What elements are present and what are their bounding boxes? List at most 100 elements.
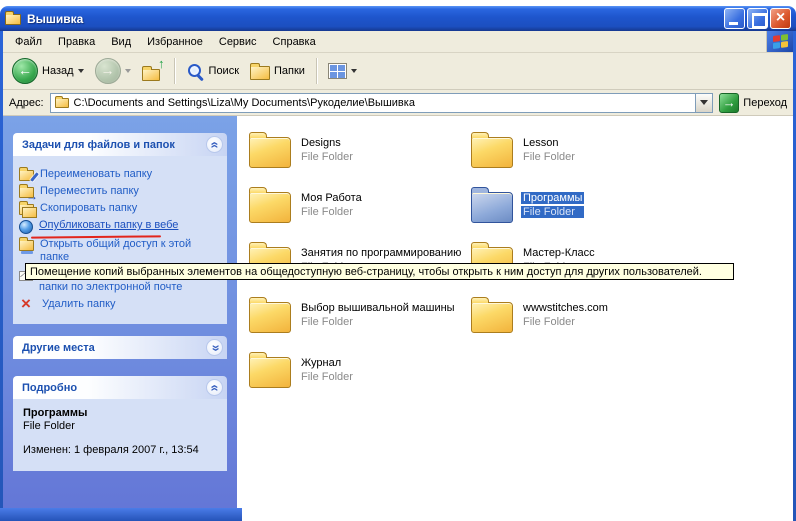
- menu-item[interactable]: Вид: [103, 33, 139, 51]
- minimize-button[interactable]: [724, 8, 745, 29]
- views-grid-icon: [328, 63, 347, 79]
- file-name: Мастер-Класс: [521, 247, 597, 259]
- chevron-up-circle-icon[interactable]: [206, 379, 223, 396]
- folder-icon[interactable]: [471, 192, 513, 223]
- task-link[interactable]: Опубликовать папку в вебе: [19, 219, 223, 234]
- file-item[interactable]: Designs File Folder: [249, 130, 471, 185]
- folder-icon[interactable]: [249, 192, 291, 223]
- close-button[interactable]: [770, 8, 791, 29]
- tooltip: Помещение копий выбранных элементов на о…: [25, 263, 734, 280]
- go-button-label: Переход: [743, 97, 787, 109]
- task-link-label: Удалить папку: [42, 298, 220, 311]
- folders-button-label: Папки: [274, 65, 305, 77]
- other-places-header[interactable]: Другие места: [13, 336, 227, 359]
- details-file-name: Программы: [23, 407, 217, 419]
- file-labels: Выбор вышивальной машины File Folder: [299, 295, 457, 328]
- menu-item[interactable]: Файл: [7, 33, 50, 51]
- toolbar-separator: [174, 58, 175, 84]
- menu-bar: Файл Правка Вид Избранное Сервис Справка: [3, 31, 793, 53]
- menu-item[interactable]: Сервис: [211, 33, 265, 51]
- toolbar: Назад Поиск Папки: [3, 53, 793, 90]
- chevron-up-circle-icon[interactable]: [206, 136, 223, 153]
- chevron-down-circle-icon[interactable]: [206, 339, 223, 356]
- window-bottom-border: [0, 508, 242, 521]
- delete-folder-icon: [19, 298, 36, 312]
- task-link[interactable]: Открыть общий доступ к этой папке: [19, 238, 223, 264]
- forward-button[interactable]: [92, 56, 134, 86]
- folder-icon[interactable]: [249, 357, 291, 388]
- section-details: Подробно Программы File Folder Изменен: …: [13, 376, 227, 471]
- folder-icon[interactable]: [471, 302, 513, 333]
- file-name: Программы: [521, 192, 584, 204]
- file-type: File Folder: [299, 371, 355, 383]
- search-button-label: Поиск: [209, 65, 239, 77]
- folder-icon[interactable]: [249, 302, 291, 333]
- back-arrow-circle-icon: [12, 58, 38, 84]
- file-type: File Folder: [299, 206, 364, 218]
- tasks-section-title: Задачи для файлов и папок: [22, 139, 175, 151]
- file-name: Designs: [299, 137, 355, 149]
- task-link[interactable]: Переместить папку: [19, 185, 223, 198]
- file-type: File Folder: [521, 206, 584, 218]
- file-labels: Designs File Folder: [299, 130, 355, 163]
- task-link[interactable]: Удалить папку: [19, 298, 223, 312]
- explorer-window: Вышивка Файл Правка Вид Избранное Сервис…: [0, 6, 796, 521]
- file-name: Моя Работа: [299, 192, 364, 204]
- up-button[interactable]: [139, 59, 166, 84]
- file-type: File Folder: [521, 316, 610, 328]
- go-arrow-icon: [719, 93, 739, 113]
- copy-folder-icon: [19, 204, 34, 215]
- address-dropdown-button[interactable]: [695, 94, 712, 112]
- window-controls: [724, 8, 791, 29]
- file-item[interactable]: Журнал File Folder: [249, 350, 471, 405]
- window-left-border: [0, 31, 3, 521]
- file-list-area[interactable]: Designs File Folder Lesson File Folder: [237, 116, 793, 521]
- folder-icon[interactable]: [471, 137, 513, 168]
- views-button[interactable]: [325, 61, 360, 81]
- file-name: Занятия по программированию: [299, 247, 463, 259]
- address-input[interactable]: C:\Documents and Settings\Liza\My Docume…: [50, 93, 714, 113]
- file-name: Lesson: [521, 137, 577, 149]
- views-dropdown-icon[interactable]: [351, 69, 357, 73]
- file-item[interactable]: Lesson File Folder: [471, 130, 693, 185]
- folder-window-icon: [5, 14, 21, 25]
- file-item[interactable]: Программы File Folder: [471, 185, 693, 240]
- magnifier-icon: [186, 62, 205, 81]
- task-link-label: Опубликовать папку в вебе: [39, 219, 217, 232]
- file-item[interactable]: Выбор вышивальной машины File Folder: [249, 295, 471, 350]
- go-button[interactable]: Переход: [719, 93, 787, 113]
- maximize-button[interactable]: [747, 8, 768, 29]
- file-labels: Моя Работа File Folder: [299, 185, 364, 218]
- file-name: Журнал: [299, 357, 355, 369]
- file-type: File Folder: [299, 151, 355, 163]
- back-button[interactable]: Назад: [9, 56, 87, 86]
- back-dropdown-icon[interactable]: [78, 69, 84, 73]
- file-labels: Lesson File Folder: [521, 130, 577, 163]
- up-folder-icon: [142, 69, 160, 81]
- task-link[interactable]: Скопировать папку: [19, 202, 223, 215]
- tasks-section-header[interactable]: Задачи для файлов и папок: [13, 133, 227, 156]
- address-path: C:\Documents and Settings\Liza\My Docume…: [74, 97, 691, 109]
- file-item[interactable]: Моя Работа File Folder: [249, 185, 471, 240]
- menu-item[interactable]: Справка: [265, 33, 324, 51]
- menu-item[interactable]: Правка: [50, 33, 103, 51]
- details-file-type: File Folder: [23, 420, 217, 432]
- toolbar-separator: [316, 58, 317, 84]
- folder-icon[interactable]: [249, 137, 291, 168]
- details-header[interactable]: Подробно: [13, 376, 227, 399]
- task-link-label: Скопировать папку: [40, 202, 218, 215]
- window-title: Вышивка: [27, 12, 724, 26]
- search-button[interactable]: Поиск: [183, 60, 242, 83]
- tasks-section-body: Переименовать папку Переместить папку Ск…: [13, 156, 227, 324]
- other-places-title: Другие места: [22, 342, 95, 354]
- file-labels: wwwstitches.com File Folder: [521, 295, 610, 328]
- file-item[interactable]: wwwstitches.com File Folder: [471, 295, 693, 350]
- move-folder-icon: [19, 187, 34, 198]
- folders-button[interactable]: Папки: [247, 61, 308, 82]
- task-link[interactable]: Переименовать папку: [19, 168, 223, 181]
- details-modified: Изменен: 1 февраля 2007 г., 13:54: [23, 444, 223, 457]
- file-name: Выбор вышивальной машины: [299, 302, 457, 314]
- title-bar: Вышивка: [0, 6, 796, 31]
- menu-item[interactable]: Избранное: [139, 33, 211, 51]
- address-bar: Адрес: C:\Documents and Settings\Liza\My…: [3, 90, 793, 116]
